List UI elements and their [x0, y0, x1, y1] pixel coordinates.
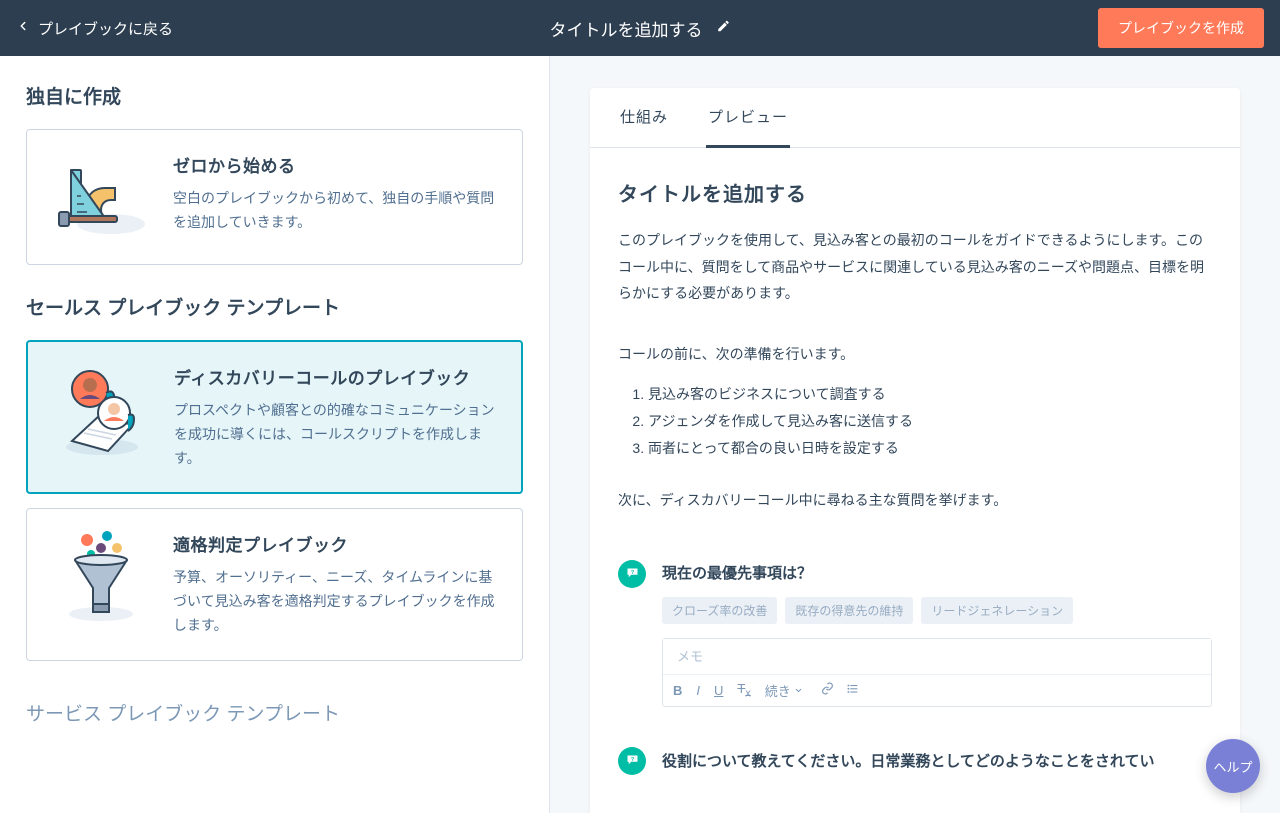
more-format-dropdown[interactable]: 続き	[765, 681, 803, 700]
card-title: ゼロから始める	[173, 152, 498, 177]
svg-text:?: ?	[630, 570, 634, 576]
section-title-sales: セールス プレイブック テンプレート	[26, 293, 523, 320]
create-playbook-button[interactable]: プレイブックを作成	[1098, 8, 1264, 48]
preview-prep-list: 見込み客のビジネスについて調査する アジェンダを作成して見込み客に送信する 両者…	[618, 381, 1212, 461]
card-desc: 空白のプレイブックから初めて、独自の手順や質問を追加していきます。	[173, 187, 498, 235]
chat-bubble-icon: ?	[618, 747, 646, 775]
italic-button[interactable]: I	[696, 683, 700, 698]
card-title: 適格判定プレイブック	[173, 531, 498, 556]
memo-toolbar: B I U Tx 続き	[663, 674, 1211, 706]
preview-title: タイトルを追加する	[618, 178, 1212, 207]
discovery-call-icon	[52, 364, 152, 454]
chip[interactable]: クローズ率の改善	[662, 597, 777, 624]
page-title: タイトルを追加する	[550, 16, 703, 41]
section-title-service: サービス プレイブック テンプレート	[26, 689, 523, 726]
bold-button[interactable]: B	[673, 683, 682, 698]
svg-text:?: ?	[630, 757, 634, 763]
list-item: 両者にとって都合の良い日時を設定する	[648, 435, 1212, 462]
help-button[interactable]: ヘルプ	[1206, 739, 1260, 793]
back-label: プレイブックに戻る	[38, 18, 173, 39]
memo-input[interactable]	[663, 639, 1211, 674]
question-title: 役割について教えてください。日常業務としてどのようなことをされてい	[662, 749, 1212, 775]
card-start-from-scratch[interactable]: ゼロから始める 空白のプレイブックから初めて、独自の手順や質問を追加していきます…	[26, 129, 523, 265]
chat-bubble-icon: ?	[618, 560, 646, 588]
question-block-2: ? 役割について教えてください。日常業務としてどのようなことをされてい	[618, 749, 1212, 789]
preview-prep-header: コールの前に、次の準備を行います。	[618, 341, 1212, 368]
preview-followup: 次に、ディスカバリーコール中に尋ねる主な質問を挙げます。	[618, 487, 1212, 514]
chip[interactable]: 既存の得意先の維持	[785, 597, 913, 624]
chip[interactable]: リードジェネレーション	[921, 597, 1073, 624]
back-link[interactable]: プレイブックに戻る	[16, 18, 173, 39]
page-title-wrap: タイトルを追加する	[550, 16, 731, 41]
template-picker-panel: 独自に作成 ゼロから始める 空白のプレイブックから初めて、独自の手順や質問を追加	[0, 56, 550, 813]
answer-chips: クローズ率の改善 既存の得意先の維持 リードジェネレーション	[662, 597, 1212, 624]
question-title: 現在の最優先事項は？	[662, 562, 1212, 583]
memo-editor: B I U Tx 続き	[662, 638, 1212, 707]
top-bar: プレイブックに戻る タイトルを追加する プレイブックを作成	[0, 0, 1280, 56]
tab-preview[interactable]: プレビュー	[706, 88, 790, 148]
funnel-icon	[51, 531, 151, 621]
question-block-1: ? 現在の最優先事項は？ クローズ率の改善 既存の得意先の維持 リードジェネレー…	[618, 562, 1212, 707]
card-qualification[interactable]: 適格判定プレイブック 予算、オーソリティー、ニーズ、タイムラインに基づいて見込み…	[26, 508, 523, 660]
section-title-custom: 独自に作成	[26, 82, 523, 109]
card-desc: プロスペクトや顧客との的確なコミュニケーションを成功に導くには、コールスクリプト…	[174, 399, 497, 470]
card-title: ディスカバリーコールのプレイブック	[174, 364, 497, 389]
list-item: 見込み客のビジネスについて調査する	[648, 381, 1212, 408]
preview-intro: このプレイブックを使用して、見込み客との最初のコールをガイドできるようにします。…	[618, 227, 1212, 307]
help-label: ヘルプ	[1213, 757, 1252, 776]
clear-format-button[interactable]: Tx	[737, 681, 750, 700]
card-discovery-call[interactable]: ディスカバリーコールのプレイブック プロスペクトや顧客との的確なコミュニケーショ…	[26, 340, 523, 494]
edit-title-button[interactable]	[717, 18, 731, 38]
link-button[interactable]	[821, 682, 834, 698]
list-item: アジェンダを作成して見込み客に送信する	[648, 408, 1212, 435]
chevron-left-icon	[16, 19, 30, 37]
tab-how-it-works[interactable]: 仕組み	[618, 88, 670, 148]
preview-column: 仕組み プレビュー タイトルを追加する このプレイブックを使用して、見込み客との…	[550, 56, 1280, 813]
ruler-tools-icon	[51, 152, 151, 242]
list-button[interactable]	[846, 682, 859, 698]
preview-tabs: 仕組み プレビュー	[590, 88, 1240, 148]
card-desc: 予算、オーソリティー、ニーズ、タイムラインに基づいて見込み客を適格判定するプレイ…	[173, 566, 498, 637]
underline-button[interactable]: U	[714, 683, 723, 698]
preview-panel: 仕組み プレビュー タイトルを追加する このプレイブックを使用して、見込み客との…	[590, 88, 1240, 813]
